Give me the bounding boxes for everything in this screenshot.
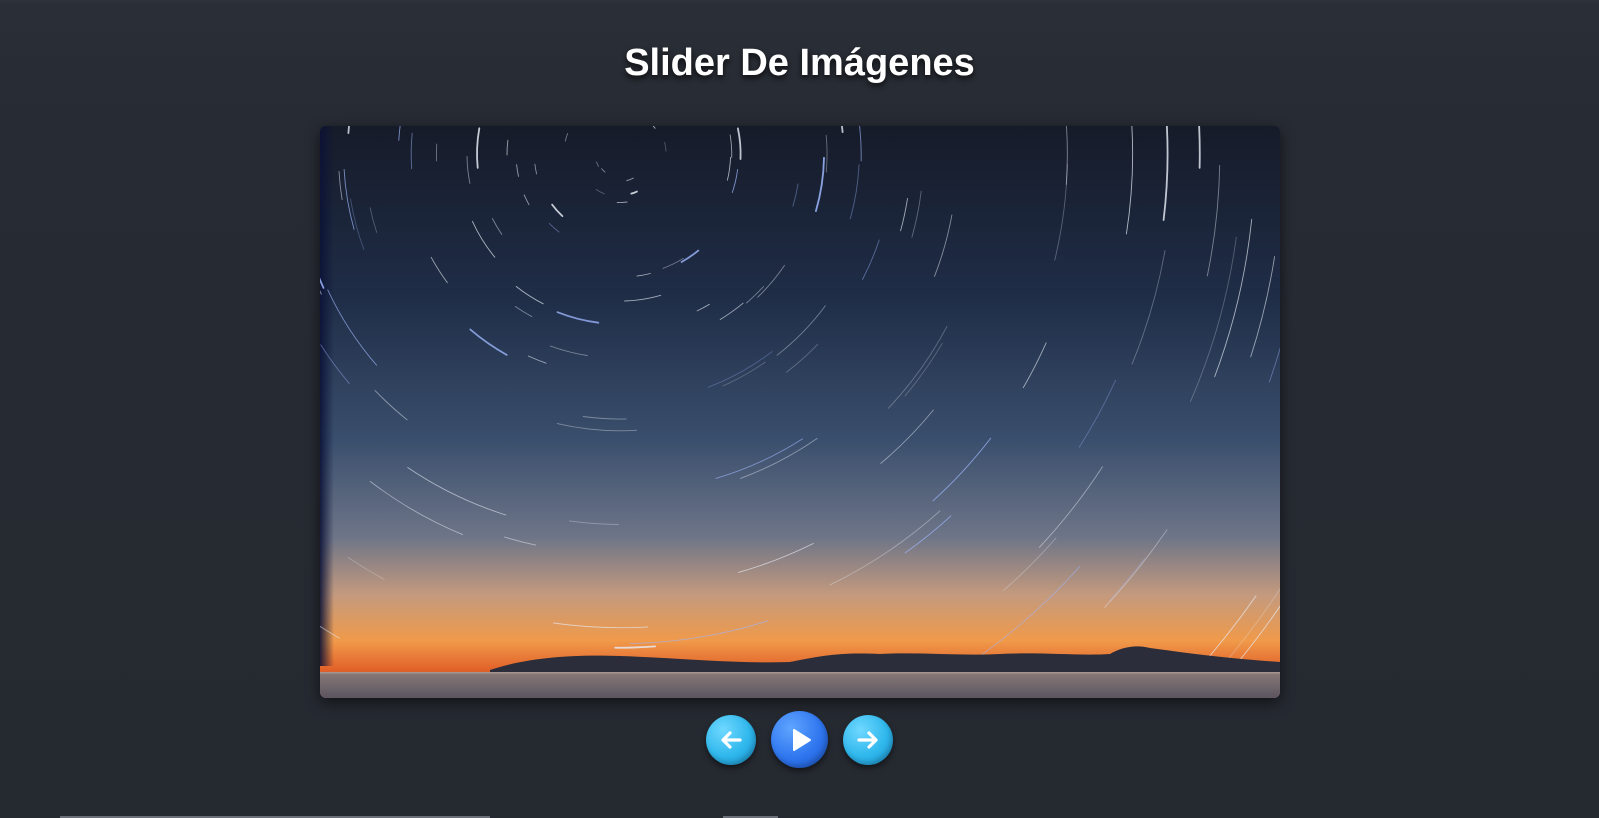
next-button[interactable] [843, 714, 893, 765]
prev-button[interactable] [706, 714, 756, 765]
play-icon [792, 728, 811, 751]
slider-controls [0, 711, 1599, 768]
slide-image [320, 126, 1280, 698]
slider-image-frame [320, 126, 1280, 698]
play-button[interactable] [771, 711, 828, 768]
page: Slider De Imágenes [0, 0, 1599, 818]
arrow-right-icon [857, 730, 878, 749]
arrow-left-icon [721, 730, 742, 749]
page-title: Slider De Imágenes [624, 42, 975, 84]
